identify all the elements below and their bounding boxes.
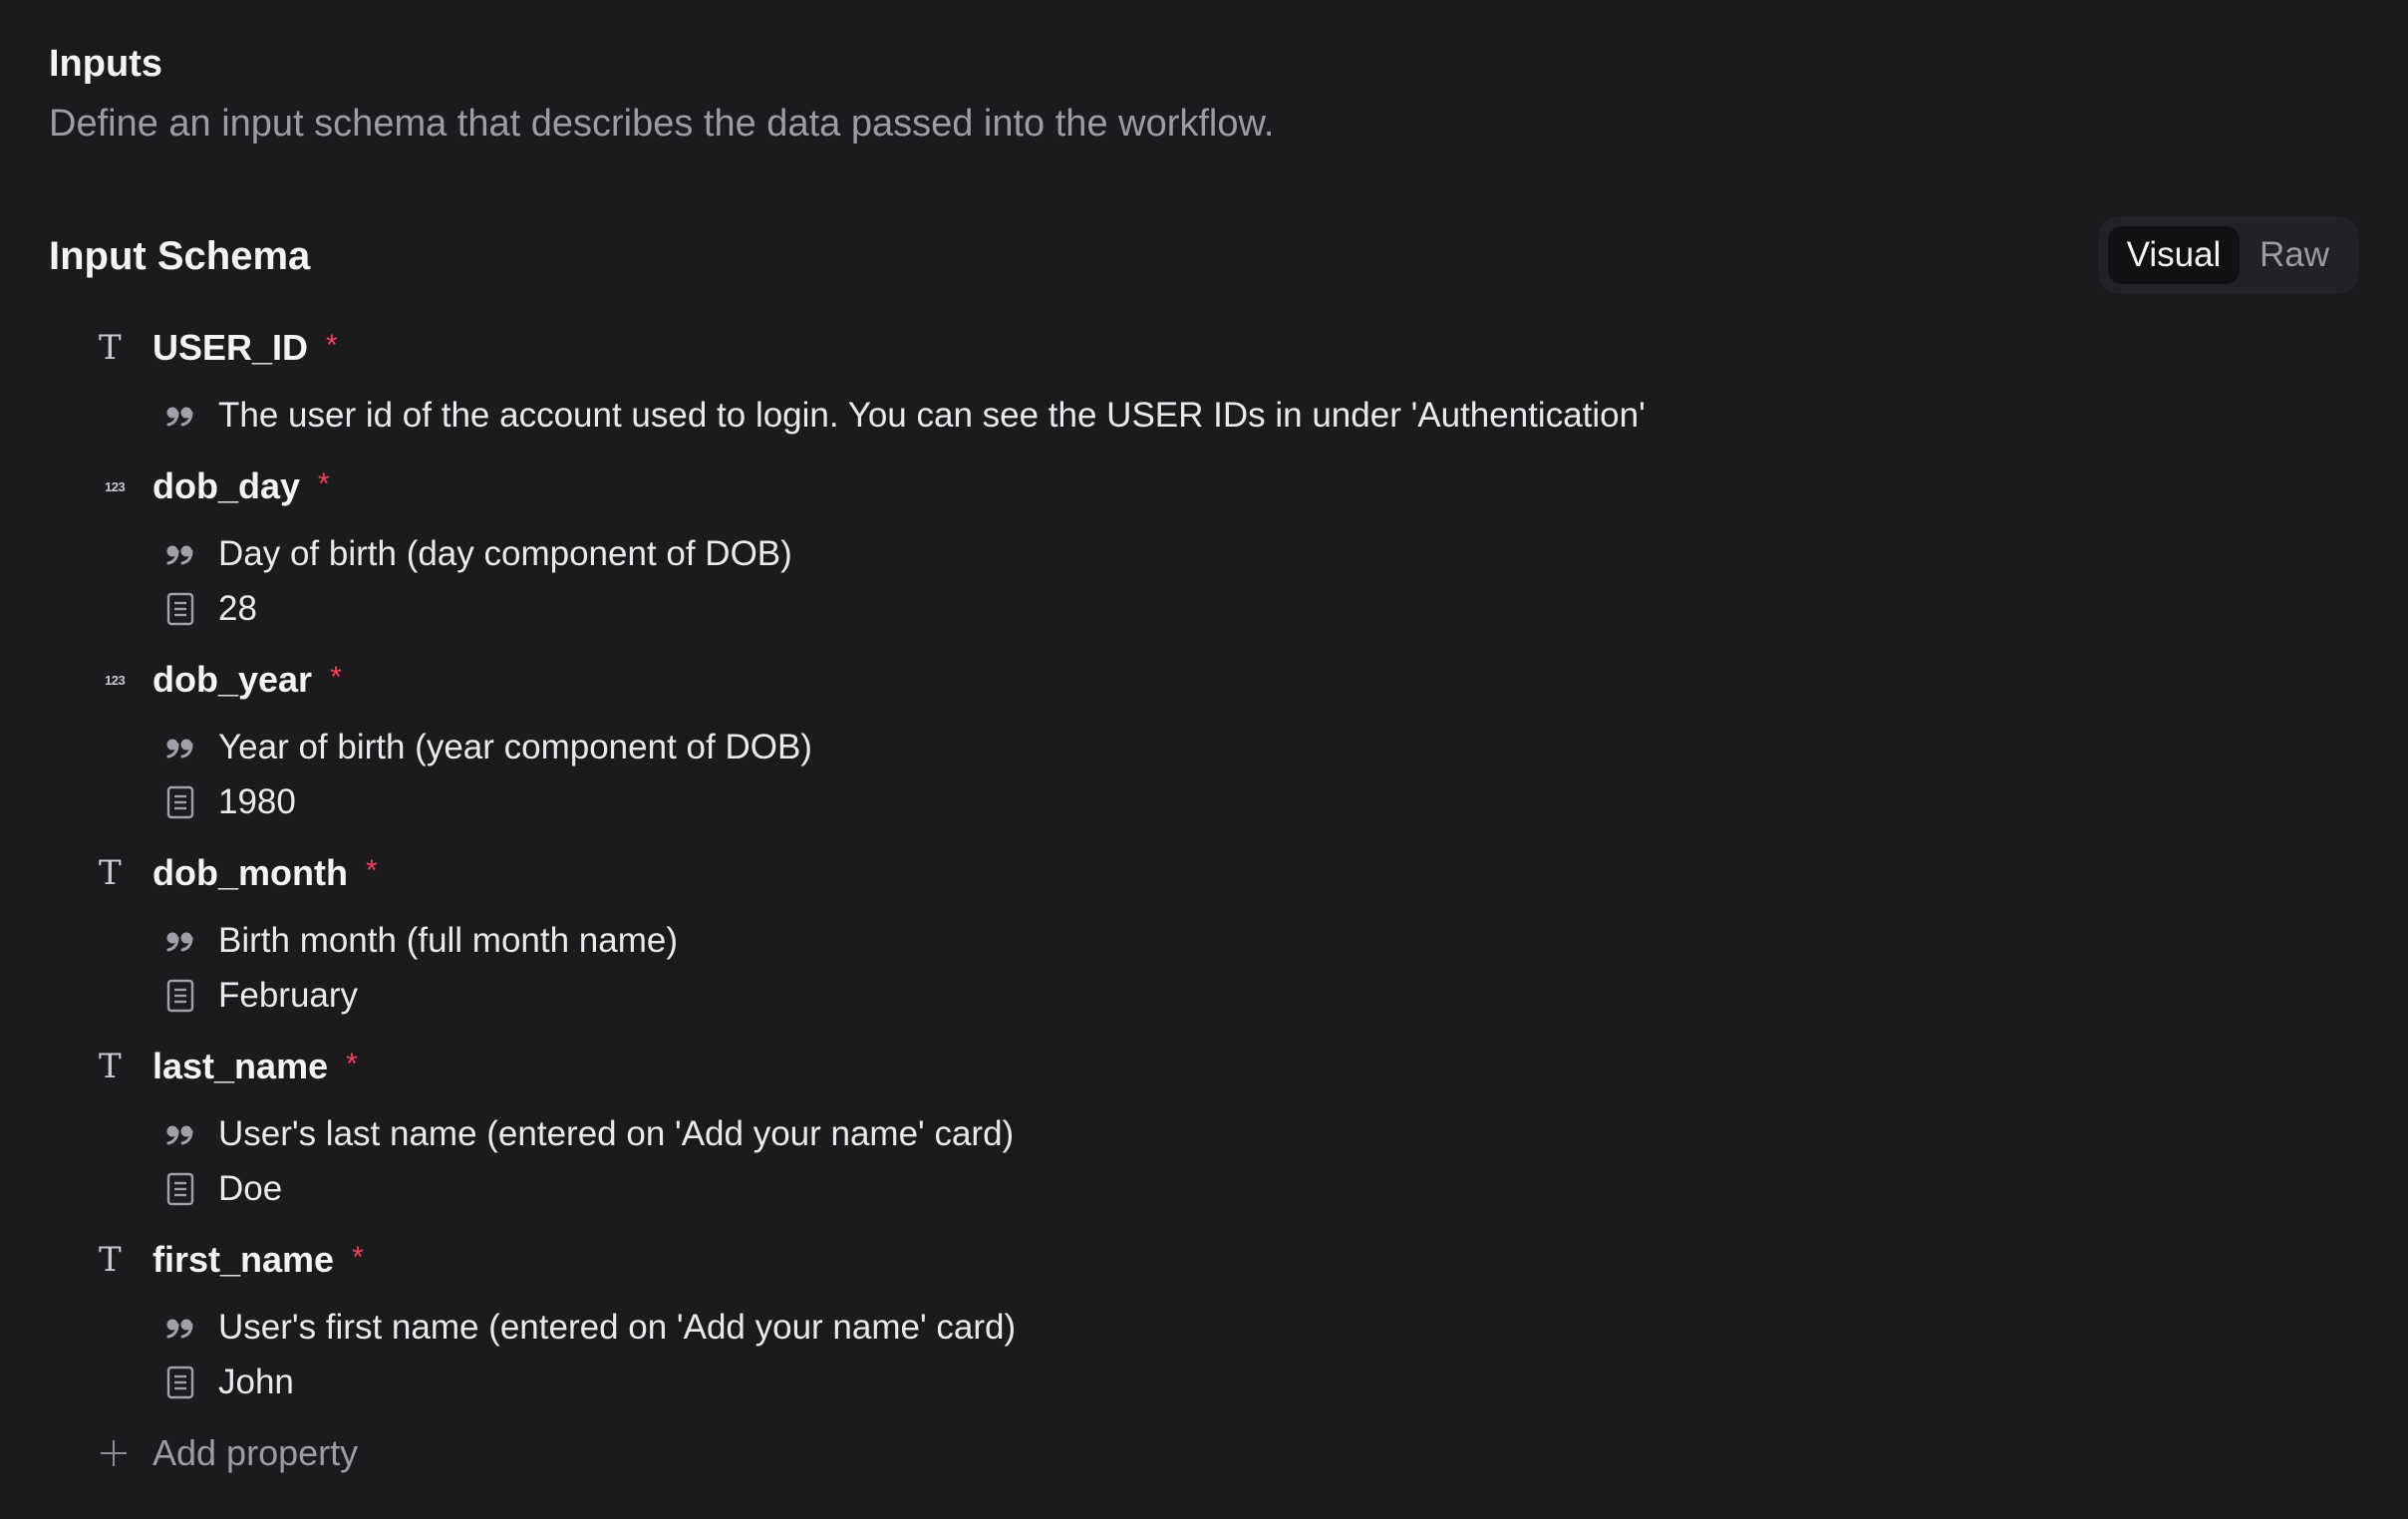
property-name-wrap: first_name * xyxy=(152,1232,364,1288)
page-subtitle: Define an input schema that describes th… xyxy=(49,103,1275,145)
property-name[interactable]: last_name xyxy=(152,1046,328,1087)
property-name-wrap: dob_day * xyxy=(152,458,330,514)
required-marker: * xyxy=(330,661,342,694)
schema-header: Input Schema Visual Raw xyxy=(49,216,2359,296)
schema-property[interactable]: 123 dob_day * Day of birth (day component o… xyxy=(49,458,2359,652)
property-description-row: User's last name (entered on 'Add your n… xyxy=(49,1106,2359,1161)
schema-property[interactable]: Tlast_name * User's last name (entered on … xyxy=(49,1039,2359,1232)
document-icon xyxy=(164,1363,196,1402)
schema-property[interactable]: T USER_ID * The user id of the account used… xyxy=(49,320,2359,458)
inputs-page: Inputs Define an input schema that descr… xyxy=(49,36,2359,1519)
quote-icon xyxy=(164,396,196,436)
add-property-label: Add property xyxy=(152,1432,359,1473)
document-icon xyxy=(164,589,196,629)
document-icon xyxy=(164,976,196,1016)
property-example-value[interactable]: Doe xyxy=(218,1169,282,1209)
property-gap xyxy=(49,829,2359,845)
property-name[interactable]: dob_month xyxy=(152,852,348,894)
quote-icon xyxy=(164,534,196,574)
text-type-icon: T xyxy=(99,1240,122,1280)
property-description-row: User's first name (entered on 'Add your … xyxy=(49,1300,2359,1355)
property-example-value[interactable]: February xyxy=(218,976,358,1016)
property-name-wrap: USER_ID * xyxy=(152,320,338,376)
required-marker: * xyxy=(346,1048,358,1080)
property-description[interactable]: The user id of the account used to login… xyxy=(218,396,1646,436)
number-type-icon: 123 xyxy=(105,478,126,494)
property-gap xyxy=(49,636,2359,652)
property-gap xyxy=(49,1216,2359,1232)
property-header[interactable]: Tdob_month * xyxy=(49,845,2359,901)
property-description[interactable]: Year of birth (year component of DOB) xyxy=(218,728,812,767)
property-description[interactable]: Day of birth (day component of DOB) xyxy=(218,534,792,574)
text-type-icon: T xyxy=(99,1047,122,1086)
plus-icon xyxy=(99,1438,129,1468)
required-marker: * xyxy=(365,854,378,887)
property-name[interactable]: dob_year xyxy=(152,659,312,701)
text-type-icon: T xyxy=(99,853,122,893)
property-name[interactable]: dob_day xyxy=(152,465,300,507)
text-type-icon: T xyxy=(99,328,122,368)
property-description-row: Year of birth (year component of DOB) xyxy=(49,720,2359,774)
property-name[interactable]: USER_ID xyxy=(152,327,308,369)
property-description-row: The user id of the account used to login… xyxy=(49,388,2359,443)
property-example-row: 28 xyxy=(49,581,2359,636)
property-example-row: February xyxy=(49,968,2359,1023)
property-name-wrap: dob_month * xyxy=(152,845,378,901)
number-type-icon: 123 xyxy=(105,672,126,688)
required-marker: * xyxy=(326,329,338,362)
schema-property[interactable]: Tfirst_name * User's first name (entered o… xyxy=(49,1232,2359,1425)
quote-icon xyxy=(164,728,196,767)
property-example-row: John xyxy=(49,1355,2359,1409)
visual-toggle-button[interactable]: Visual xyxy=(2108,226,2240,284)
quote-icon xyxy=(164,1308,196,1348)
property-header[interactable]: Tlast_name * xyxy=(49,1039,2359,1094)
property-gap xyxy=(49,1409,2359,1425)
property-description[interactable]: User's last name (entered on 'Add your n… xyxy=(218,1114,1014,1154)
schema-title: Input Schema xyxy=(49,234,311,278)
property-description[interactable]: Birth month (full month name) xyxy=(218,921,678,961)
property-example-row: 1980 xyxy=(49,774,2359,829)
property-header[interactable]: 123 dob_year * xyxy=(49,652,2359,708)
required-marker: * xyxy=(352,1241,364,1274)
property-header[interactable]: 123 dob_day * xyxy=(49,458,2359,514)
property-gap xyxy=(49,443,2359,458)
property-description[interactable]: User's first name (entered on 'Add your … xyxy=(218,1308,1016,1348)
property-list: T USER_ID * The user id of the account used… xyxy=(49,320,2359,1481)
property-name[interactable]: first_name xyxy=(152,1239,334,1281)
page-title: Inputs xyxy=(49,43,162,85)
property-name-wrap: last_name * xyxy=(152,1039,358,1094)
property-gap xyxy=(49,1023,2359,1039)
property-example-row: Doe xyxy=(49,1161,2359,1216)
property-example-value[interactable]: 28 xyxy=(218,589,257,629)
property-header[interactable]: Tfirst_name * xyxy=(49,1232,2359,1288)
schema-property[interactable]: 123 dob_year * Year of birth (year componen… xyxy=(49,652,2359,845)
property-description-row: Day of birth (day component of DOB) xyxy=(49,526,2359,581)
property-example-value[interactable]: 1980 xyxy=(218,782,296,822)
document-icon xyxy=(164,1169,196,1209)
required-marker: * xyxy=(318,467,330,500)
view-toggle: Visual Raw xyxy=(2098,216,2359,294)
property-header[interactable]: T USER_ID * xyxy=(49,320,2359,376)
property-name-wrap: dob_year * xyxy=(152,652,342,708)
schema-property[interactable]: Tdob_month * Birth month (full month name)… xyxy=(49,845,2359,1039)
quote-icon xyxy=(164,921,196,961)
add-property-button[interactable]: Add property xyxy=(49,1425,2359,1481)
property-example-value[interactable]: John xyxy=(218,1363,294,1402)
property-description-row: Birth month (full month name) xyxy=(49,913,2359,968)
raw-toggle-button[interactable]: Raw xyxy=(2240,226,2349,284)
quote-icon xyxy=(164,1114,196,1154)
document-icon xyxy=(164,782,196,822)
